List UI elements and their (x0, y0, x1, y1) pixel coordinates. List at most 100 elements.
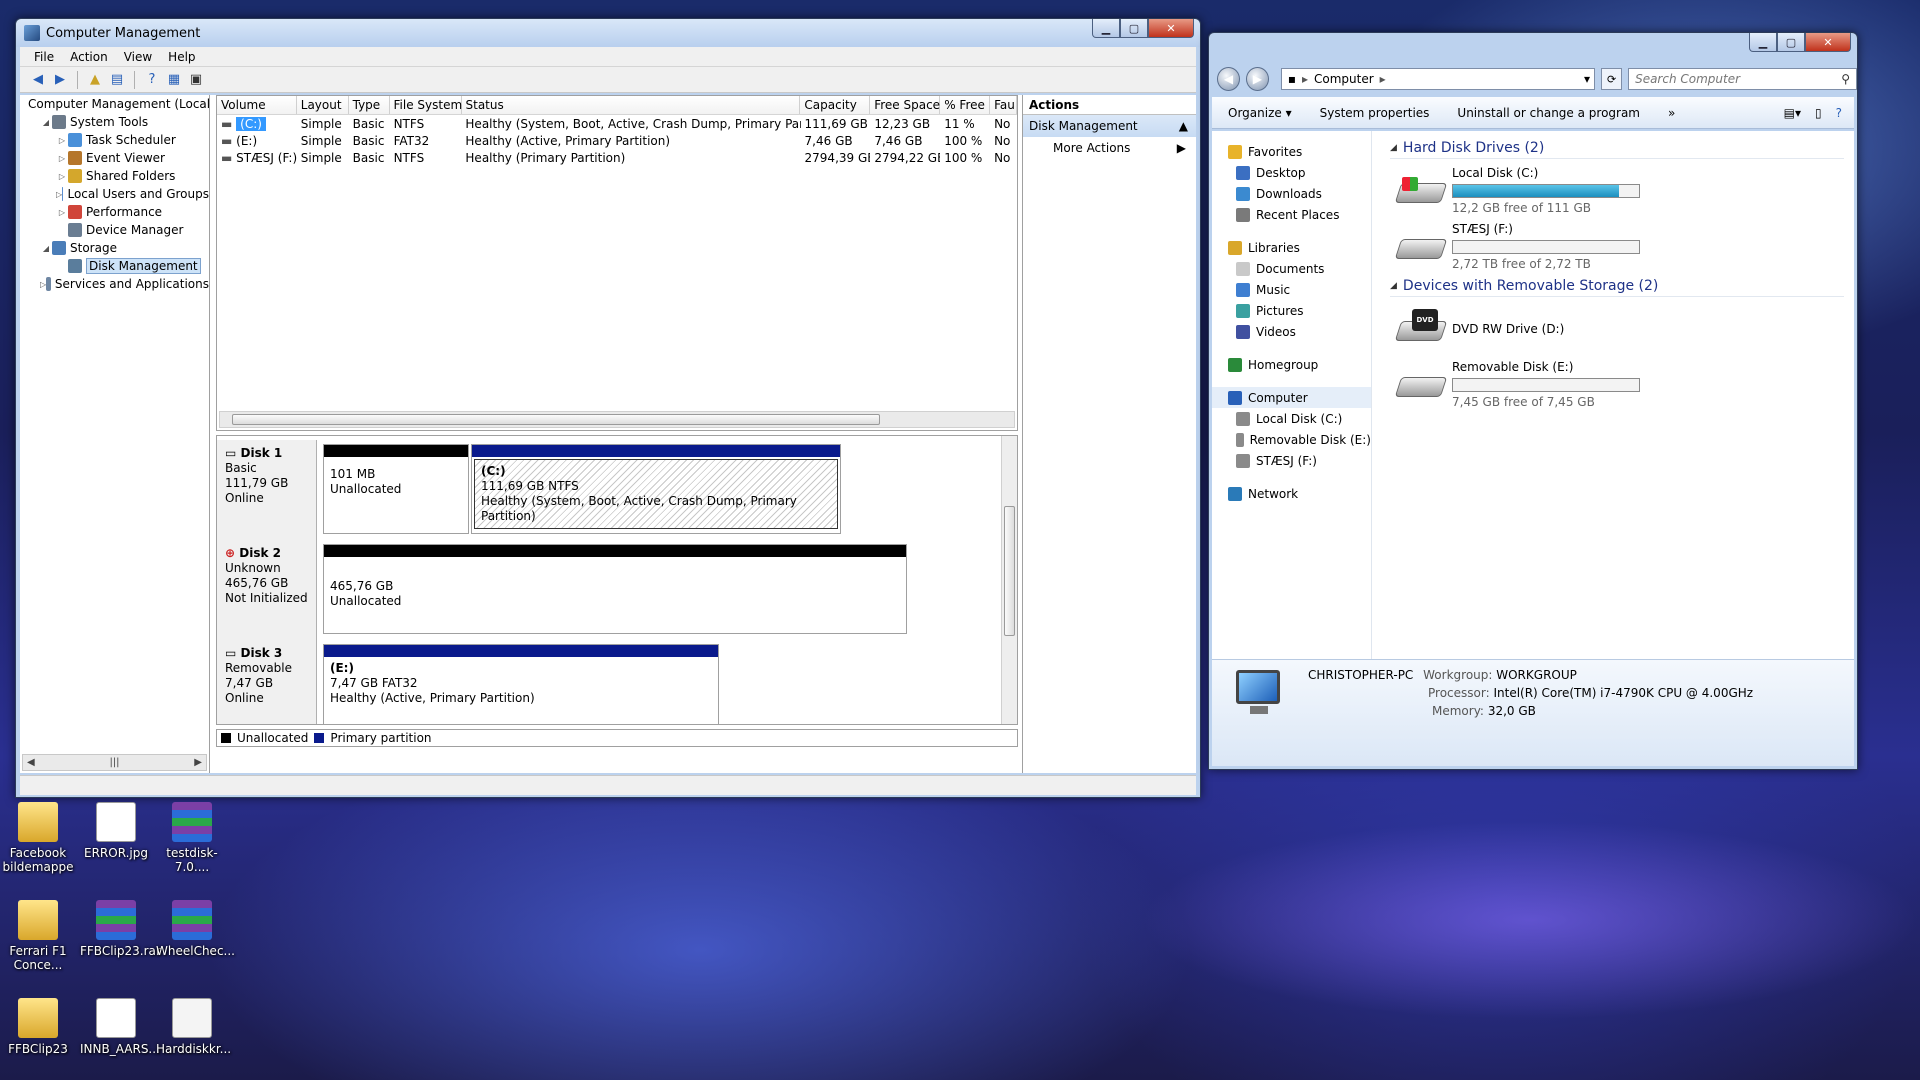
disk-2-info[interactable]: ⊕ Disk 2 Unknown 465,76 GB Not Initializ… (217, 540, 317, 640)
drive-item[interactable]: Local Disk (C:) 12,2 GB free of 111 GB (1390, 163, 1844, 219)
properties-icon[interactable]: ▦ (166, 72, 182, 88)
expander-icon[interactable]: ▷ (56, 154, 68, 163)
close-button[interactable]: ✕ (1805, 33, 1851, 52)
tree-item-task-scheduler[interactable]: ▷ Task Scheduler (20, 131, 209, 149)
expander-icon[interactable]: ◢ (40, 118, 52, 127)
menu-help[interactable]: Help (160, 50, 203, 64)
scroll-thumb-grip[interactable]: ||| (109, 757, 119, 768)
desktop-icon[interactable]: INNB_AARS... (80, 998, 160, 1056)
nav-item-network[interactable]: Network (1212, 483, 1371, 504)
nav-item-documents[interactable]: Documents (1212, 258, 1371, 279)
column-header-fau[interactable]: Fau (990, 96, 1017, 114)
disk-1-info[interactable]: ▭ Disk 1 Basic 111,79 GB Online (217, 440, 317, 540)
column-header-status[interactable]: Status (462, 96, 801, 114)
nav-item-homegroup[interactable]: Homegroup (1212, 354, 1371, 375)
minimize-button[interactable]: ▁ (1749, 33, 1777, 52)
tree-item-disk-management[interactable]: Disk Management (20, 257, 209, 275)
desktop-icon[interactable]: Facebook bildemappe (2, 802, 74, 874)
preview-pane-icon[interactable]: ▯ (1815, 106, 1822, 120)
drive-item[interactable]: DVD DVD RW Drive (D:) (1390, 301, 1844, 357)
nav-item-libraries[interactable]: Libraries (1212, 237, 1371, 258)
tree-item-storage[interactable]: ◢ Storage (20, 239, 209, 257)
column-header--free[interactable]: % Free (940, 96, 991, 114)
forward-arrow-icon[interactable]: ▶ (52, 72, 68, 88)
breadcrumb-computer[interactable]: Computer (1314, 72, 1374, 86)
collapse-triangle-icon[interactable]: ◢ (1390, 143, 1397, 153)
nav-item-pictures[interactable]: Pictures (1212, 300, 1371, 321)
disk-view-vscrollbar[interactable] (1001, 436, 1017, 724)
column-header-type[interactable]: Type (349, 96, 390, 114)
collapse-triangle-icon[interactable]: ◢ (1390, 281, 1397, 291)
view-options-icon[interactable]: ▤▾ (1784, 106, 1801, 120)
desktop-icon[interactable]: ERROR.jpg (80, 802, 152, 860)
scroll-right-icon[interactable]: ▶ (194, 757, 202, 768)
desktop-icon[interactable]: Harddiskkr... (156, 998, 231, 1056)
drive-item[interactable]: STÆSJ (F:) 2,72 TB free of 2,72 TB (1390, 219, 1844, 275)
volume-list-hscrollbar[interactable] (219, 411, 1015, 428)
partition-e[interactable]: (E:) 7,47 GB FAT32 Healthy (Active, Prim… (323, 644, 719, 724)
address-dropdown-icon[interactable]: ▾ (1584, 72, 1590, 86)
forward-button[interactable]: ▶ (1245, 67, 1269, 91)
column-header-free-space[interactable]: Free Space (870, 96, 941, 114)
nav-item-computer[interactable]: Computer (1212, 387, 1371, 408)
tree-item-local-users-and-groups[interactable]: ▷ Local Users and Groups (20, 185, 209, 203)
back-button[interactable]: ◀ (1217, 67, 1240, 91)
maximize-button[interactable]: ▢ (1120, 19, 1148, 38)
tree-item-shared-folders[interactable]: ▷ Shared Folders (20, 167, 209, 185)
desktop-icon[interactable]: testdisk-7.0.... (156, 802, 228, 874)
help-icon[interactable]: ? (144, 72, 160, 88)
export-list-icon[interactable]: ▣ (188, 72, 204, 88)
organize-button[interactable]: Organize ▾ (1228, 106, 1292, 120)
tree-item-services-and-applications[interactable]: ▷ Services and Applications (20, 275, 209, 293)
table-row[interactable]: ▬ (C:) Simple Basic NTFS Healthy (System, Bo… (217, 115, 1017, 132)
uninstall-program-button[interactable]: Uninstall or change a program (1457, 106, 1640, 120)
desktop-icon[interactable]: WheelChec... (156, 900, 235, 958)
column-header-layout[interactable]: Layout (297, 96, 349, 114)
drive-item[interactable]: Removable Disk (E:) 7,45 GB free of 7,45 … (1390, 357, 1844, 413)
close-button[interactable]: ✕ (1148, 19, 1194, 38)
desktop-icon[interactable]: Ferrari F1 Conce... (2, 900, 74, 972)
more-actions[interactable]: More Actions ▶ (1023, 137, 1196, 159)
table-row[interactable]: ▬ (E:) Simple Basic FAT32 Healthy (Active, P… (217, 132, 1017, 149)
show-hide-console-tree-icon[interactable]: ▤ (109, 72, 125, 88)
expander-icon[interactable]: ▷ (56, 172, 68, 181)
address-bar[interactable]: ▪ ▸ Computer ▸ ▾ (1280, 68, 1596, 90)
tree-item-computer-management-local[interactable]: Computer Management (Local (20, 95, 209, 113)
menu-view[interactable]: View (116, 50, 160, 64)
nav-item-music[interactable]: Music (1212, 279, 1371, 300)
tree-item-system-tools[interactable]: ◢ System Tools (20, 113, 209, 131)
nav-item-removable-disk-e[interactable]: Removable Disk (E:) (1212, 429, 1371, 450)
nav-item-videos[interactable]: Videos (1212, 321, 1371, 342)
column-header-capacity[interactable]: Capacity (800, 96, 871, 114)
expander-icon[interactable]: ▷ (56, 136, 68, 145)
minimize-button[interactable]: ▁ (1092, 19, 1120, 38)
expander-icon[interactable]: ◢ (40, 244, 52, 253)
nav-item-downloads[interactable]: Downloads (1212, 183, 1371, 204)
ex-titlebar[interactable]: ▁ ▢ ✕ (1209, 33, 1857, 52)
nav-item-local-disk-c[interactable]: Local Disk (C:) (1212, 408, 1371, 429)
nav-item-recent-places[interactable]: Recent Places (1212, 204, 1371, 225)
desktop-icon[interactable]: FFBClip23.rar (80, 900, 161, 958)
disk-3-info[interactable]: ▭ Disk 3 Removable 7,47 GB Online (217, 640, 317, 724)
tree-item-performance[interactable]: ▷ Performance (20, 203, 209, 221)
system-properties-button[interactable]: System properties (1320, 106, 1430, 120)
tree-item-device-manager[interactable]: Device Manager (20, 221, 209, 239)
menu-action[interactable]: Action (62, 50, 116, 64)
table-row[interactable]: ▬ STÆSJ (F:) Simple Basic NTFS Healthy (Prim… (217, 149, 1017, 166)
group-header[interactable]: ◢ Hard Disk Drives (2) (1390, 137, 1844, 159)
nav-item-desktop[interactable]: Desktop (1212, 162, 1371, 183)
desktop-icon[interactable]: FFBClip23 (2, 998, 74, 1056)
column-header-volume[interactable]: Volume (217, 96, 297, 114)
maximize-button[interactable]: ▢ (1777, 33, 1805, 52)
refresh-button[interactable]: ⟳ (1601, 68, 1623, 90)
tree-hscrollbar[interactable]: ◀ ||| ▶ (22, 754, 207, 771)
vscroll-thumb[interactable] (1004, 506, 1015, 636)
help-icon[interactable]: ? (1836, 106, 1842, 120)
column-header-file-system[interactable]: File System (390, 96, 462, 114)
more-commands-button[interactable]: » (1668, 106, 1675, 120)
tree-item-event-viewer[interactable]: ▷ Event Viewer (20, 149, 209, 167)
partition-unallocated-disk1[interactable]: 101 MB Unallocated (323, 444, 469, 534)
scroll-left-icon[interactable]: ◀ (27, 757, 35, 768)
menu-file[interactable]: File (26, 50, 62, 64)
group-header[interactable]: ◢ Devices with Removable Storage (2) (1390, 275, 1844, 297)
